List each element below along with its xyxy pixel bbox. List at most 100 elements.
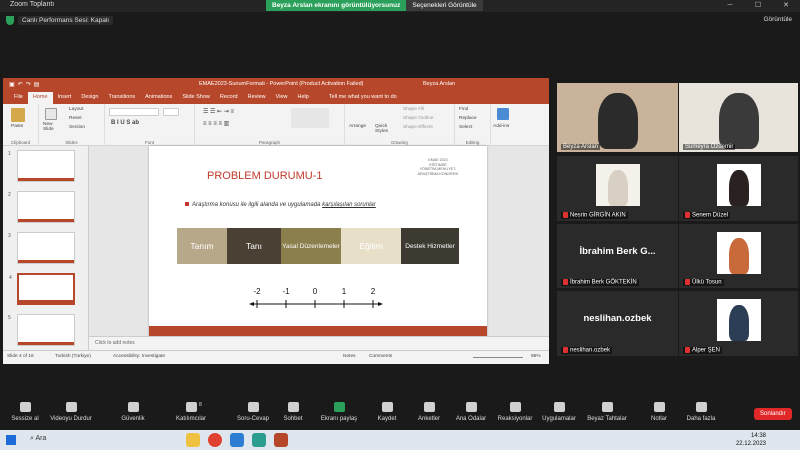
select-button[interactable]: Select	[459, 125, 472, 130]
view-button[interactable]: Görüntüle	[763, 16, 792, 23]
muted-mic-icon	[563, 212, 568, 219]
powerpoint-icon[interactable]	[274, 433, 288, 447]
addins-icon[interactable]	[497, 108, 509, 120]
shapes-gallery[interactable]	[291, 108, 329, 128]
ppt-tab-file[interactable]: File	[9, 92, 28, 104]
maximize-icon[interactable]: ☐	[744, 0, 772, 11]
paste-icon[interactable]	[11, 108, 25, 122]
minimize-icon[interactable]: ─	[716, 0, 744, 11]
layout-button[interactable]: Layout	[69, 107, 83, 112]
toolbar-button-whiteboard[interactable]: Beyaz Tahtalar	[582, 402, 632, 422]
toolbar-button-share-screen[interactable]: Ekranı paylaş	[314, 402, 364, 422]
notes-pane[interactable]: Click to add notes	[89, 336, 549, 350]
ppt-tab-view[interactable]: View	[271, 92, 293, 104]
paste-label[interactable]: Paste	[11, 124, 23, 129]
format-buttons[interactable]: B I U S ab	[111, 120, 139, 126]
participant-tile[interactable]: neslihan.ozbek neslihan.ozbek	[557, 291, 678, 356]
ppt-tab-record[interactable]: Record	[215, 92, 243, 104]
powerpoint-window: ▣↶↷▤ EMAE2023-SunumFormati - PowerPoint …	[3, 78, 549, 364]
ppt-tab-slide-show[interactable]: Slide Show	[177, 92, 215, 104]
section-button[interactable]: Section	[69, 125, 85, 130]
find-button[interactable]: Find	[459, 107, 468, 112]
toolbar-label: Daha fazla	[686, 416, 716, 422]
toolbar-button-participants[interactable]: Katılımcılar 8	[166, 402, 216, 422]
close-icon[interactable]: ✕	[772, 0, 800, 11]
participant-silhouette	[728, 238, 749, 274]
edge-icon[interactable]	[252, 433, 266, 447]
number-line-label: 1	[342, 287, 347, 296]
file-explorer-icon[interactable]	[186, 433, 200, 447]
font-name-select[interactable]	[109, 108, 159, 116]
category-box: Tanı	[227, 228, 281, 264]
shape-effects-button[interactable]: Shape Effects	[403, 125, 433, 130]
addins-label[interactable]: Add-ins	[493, 124, 509, 129]
ppt-tab-transitions[interactable]: Transitions	[103, 92, 140, 104]
toolbar-button-microphone[interactable]: Sessize al	[0, 402, 50, 422]
current-slide[interactable]: PROBLEM DURUMU-1 EMAE 2023 EĞİTİMDE YÖNE…	[149, 146, 487, 336]
arrange-button[interactable]: Arrange	[349, 124, 366, 129]
participant-name-text: Beyza Arslan	[563, 144, 599, 150]
quick-styles-button[interactable]: Quick Styles	[375, 124, 393, 134]
end-meeting-button[interactable]: Sonlandır	[754, 408, 792, 420]
participant-silhouette	[718, 93, 759, 149]
new-slide-label[interactable]: New Slide	[43, 122, 63, 132]
slide-thumbnail[interactable]: 2	[8, 191, 75, 223]
ppt-tab-review[interactable]: Review	[243, 92, 271, 104]
muted-mic-icon	[685, 347, 690, 354]
performance-audio-label: Canlı Performans Sesi: Kapalı	[18, 16, 114, 25]
participant-tile[interactable]: Senem Düzel	[679, 156, 798, 221]
thumbnail-number: 5	[8, 315, 11, 321]
participant-tile[interactable]: Nesrin GİRGİN AKIN	[557, 156, 678, 221]
font-size-select[interactable]	[163, 108, 179, 116]
ppt-tab-insert[interactable]: Insert	[53, 92, 77, 104]
align-icons[interactable]: ≡ ≡ ≡ ≡ ▥	[203, 120, 229, 127]
ppt-tab-design[interactable]: Design	[76, 92, 103, 104]
slide-thumbnail[interactable]: 4	[9, 273, 75, 305]
zoom-app-icon[interactable]	[230, 433, 244, 447]
notes-placeholder[interactable]: Click to add notes	[95, 340, 135, 346]
taskbar-search[interactable]: ⌕ Ara	[30, 435, 46, 443]
security-shield-icon[interactable]	[6, 16, 14, 25]
toolbar-button-video-camera[interactable]: Videoyu Durdur	[46, 402, 96, 422]
toolbar-button-more[interactable]: Daha fazla	[676, 402, 726, 422]
system-clock[interactable]: 14:38 22.12.2023	[736, 432, 766, 448]
toolbar-button-shield[interactable]: Güvenlik	[108, 402, 158, 422]
new-slide-icon[interactable]	[45, 108, 57, 120]
slide-thumbnail[interactable]: 5	[8, 314, 75, 346]
quick-access-icons[interactable]: ▣↶↷▤	[9, 81, 42, 88]
toolbar-button-breakout-rooms[interactable]: Ana Odalar	[446, 402, 496, 422]
tell-me-search[interactable]: Tell me what you want to do	[324, 92, 402, 104]
toolbar-button-chat[interactable]: Sohbet	[268, 402, 318, 422]
conf-line: ARAŞTIRMA KONGRESİ	[417, 171, 459, 176]
participant-tile[interactable]: Beyza Arslan	[557, 83, 678, 152]
zoom-slider[interactable]	[473, 357, 523, 358]
replace-button[interactable]: Replace	[459, 116, 477, 121]
toolbar-button-reactions[interactable]: Reaksiyonlar	[490, 402, 540, 422]
view-options-button[interactable]: Seçenekleri Görüntüle	[406, 0, 483, 11]
thumbnail-number: 1	[8, 151, 11, 157]
participant-tile[interactable]: Alper ŞEN	[679, 291, 798, 356]
notes-button[interactable]: Notes	[343, 354, 356, 359]
chat-icon	[287, 402, 299, 412]
participant-tile[interactable]: İbrahim Berk G... İbrahim Berk GÖKTEKİN	[557, 224, 678, 288]
ppt-tab-animations[interactable]: Animations	[140, 92, 177, 104]
accessibility-button[interactable]: Accessibility: Investigate	[113, 354, 165, 359]
slide-thumbnail[interactable]: 3	[8, 232, 75, 264]
zoom-level[interactable]: 96%	[531, 354, 541, 359]
participant-name-text: neslihan.ozbek	[570, 348, 611, 354]
shape-outline-button[interactable]: Shape Outline	[403, 116, 433, 121]
participant-tile[interactable]: Ülkü Tosun	[679, 224, 798, 288]
video-camera-icon	[65, 402, 77, 412]
ppt-tab-home[interactable]: Home	[27, 92, 53, 104]
reset-button[interactable]: Reset	[69, 116, 82, 121]
list-icons[interactable]: ☰ ☰ ⇤ ⇥ ≡	[203, 108, 234, 115]
toolbar-button-apps[interactable]: Uygulamalar	[534, 402, 584, 422]
windows-start-icon[interactable]	[6, 435, 16, 445]
participant-tile[interactable]: Sümeyra Özdemir	[679, 83, 798, 152]
comments-button[interactable]: Comments	[369, 354, 392, 359]
shape-fill-button[interactable]: Shape Fill	[403, 107, 424, 112]
ppt-tab-help[interactable]: Help	[293, 92, 314, 104]
slide-thumbnail[interactable]: 1	[8, 150, 75, 182]
chrome-icon[interactable]	[208, 433, 222, 447]
language-indicator[interactable]: Turkish (Türkiye)	[55, 354, 91, 359]
